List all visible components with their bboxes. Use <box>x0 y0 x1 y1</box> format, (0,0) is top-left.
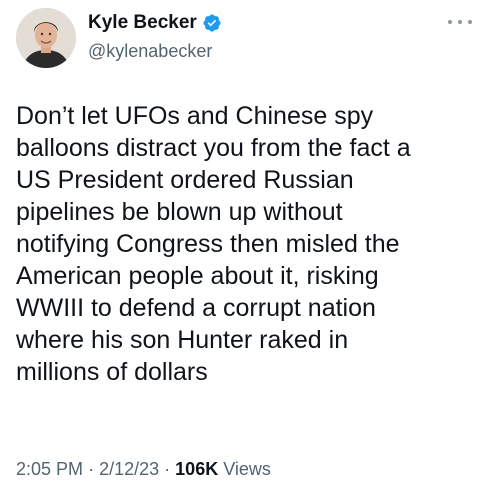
views-count[interactable]: 106K <box>175 459 218 479</box>
author-name-row: Kyle Becker <box>88 12 222 34</box>
tweet-text-line: millions of dollars <box>16 358 208 386</box>
meta-separator: · <box>88 459 95 479</box>
more-dot <box>448 20 452 24</box>
display-name[interactable]: Kyle Becker <box>88 12 197 34</box>
tweet-text-line: pipelines be blown up without <box>16 198 343 226</box>
tweet-text-line: notifying Congress then misled the <box>16 230 400 258</box>
tweet-text-line: US President ordered Russian <box>16 166 354 194</box>
tweet-date[interactable]: 2/12/23 <box>99 459 159 479</box>
more-dot <box>468 20 472 24</box>
avatar-image <box>16 8 76 68</box>
tweet-text-line: where his son Hunter raked in <box>16 326 349 354</box>
meta-separator: · <box>164 459 171 479</box>
author-handle[interactable]: @kylenabecker <box>88 40 212 62</box>
tweet-text: Don’t let UFOs and Chinese spy balloons … <box>16 100 476 388</box>
more-dot <box>458 20 462 24</box>
more-horizontal-icon[interactable] <box>448 14 472 30</box>
tweet-text-line: American people about it, risking <box>16 262 379 290</box>
tweet-time[interactable]: 2:05 PM <box>16 459 83 479</box>
tweet-text-line: balloons distract you from the fact a <box>16 134 411 162</box>
avatar[interactable] <box>16 8 76 68</box>
tweet-meta: 2:05 PM · 2/12/23 · 106K Views <box>16 458 271 480</box>
tweet-card: Kyle Becker @kylenabecker Don’t let UFOs… <box>0 0 486 500</box>
verified-badge-icon <box>202 13 222 33</box>
tweet-text-line: WWIII to defend a corrupt nation <box>16 294 376 322</box>
tweet-text-line: Don’t let UFOs and Chinese spy <box>16 102 374 130</box>
views-label: Views <box>223 459 271 479</box>
